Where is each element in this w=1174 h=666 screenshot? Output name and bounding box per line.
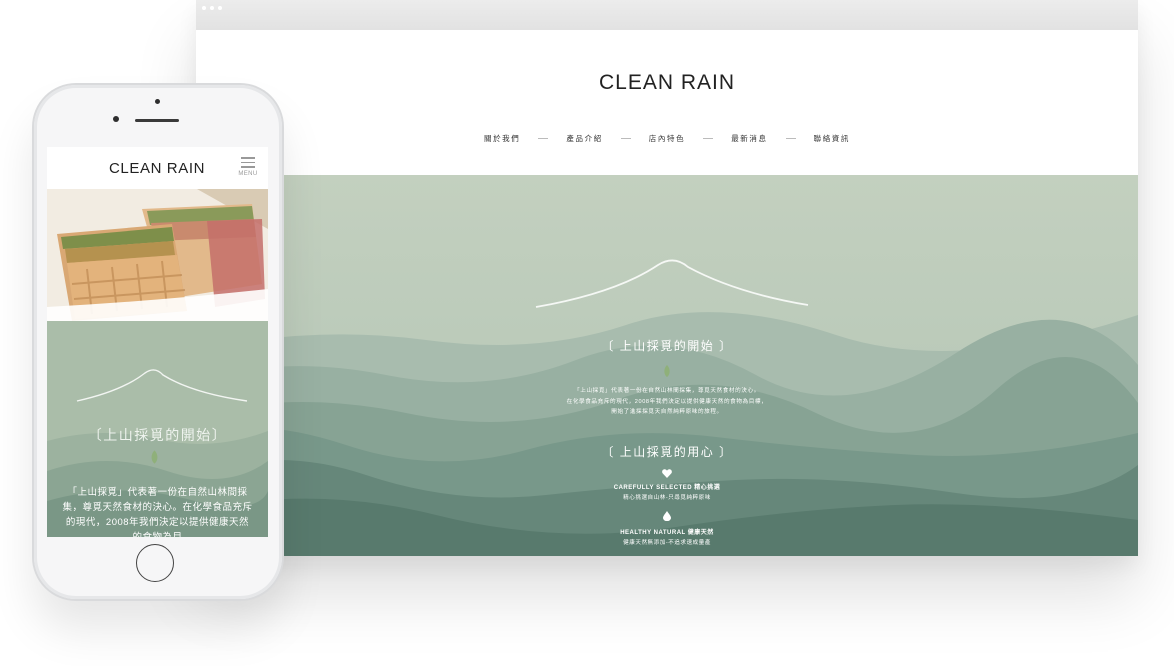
window-dot[interactable] bbox=[218, 6, 222, 10]
site-header: CLEAN RAIN 關於我們 產品介紹 店內特色 最新消息 聯絡資訊 bbox=[196, 30, 1138, 175]
menu-bar bbox=[241, 161, 255, 163]
sandwich-image bbox=[47, 189, 268, 321]
phone-sensor-icon bbox=[113, 116, 119, 122]
feature-heading: HEALTHY NATURAL 健康天然 bbox=[620, 530, 714, 536]
phone-speaker bbox=[135, 119, 179, 122]
body-line: 在化學食品充斥的現代，2008年我們決定以提供健康天然的食物為目標， bbox=[566, 398, 768, 405]
phone-camera-icon bbox=[155, 99, 160, 104]
menu-label: MENU bbox=[238, 170, 258, 177]
feature-text: 健康天然無添加-不追求速成量產 bbox=[623, 540, 711, 546]
nav-separator bbox=[620, 138, 631, 139]
nav-separator bbox=[785, 138, 796, 139]
section-title-start: 〔 上山採覓的開始 〕 bbox=[601, 339, 733, 353]
desktop-browser-mockup: CLEAN RAIN 關於我們 產品介紹 店內特色 最新消息 聯絡資訊 〔 上山… bbox=[196, 0, 1138, 556]
site-logo[interactable]: CLEAN RAIN bbox=[196, 71, 1138, 95]
feature-carefully-selected: CAREFULLY SELECTED 精心挑選 精心挑選自山林-只尋覓純粹原味 bbox=[196, 483, 1138, 503]
phone-mockup: CLEAN RAIN MENU 〔上山採覓的開始〕 「上山採覓」代表著一份在自然… bbox=[34, 85, 282, 599]
nav-item-features[interactable]: 店內特色 bbox=[649, 133, 685, 144]
hero-section: 〔 上山採覓的開始 〕 「上山採覓」代表著一份在自然山林間採集，尊覓天然食材的決… bbox=[196, 175, 1138, 556]
drop-icon bbox=[663, 511, 671, 521]
nav-item-news[interactable]: 最新消息 bbox=[731, 133, 767, 144]
nav-item-contact[interactable]: 聯絡資訊 bbox=[814, 133, 850, 144]
window-dot[interactable] bbox=[210, 6, 214, 10]
menu-bar bbox=[241, 157, 255, 159]
section-body-start: 「上山採覓」代表著一份在自然山林間採集，尊覓天然食材的決心。 在化學食品充斥的現… bbox=[196, 386, 1138, 418]
feature-healthy-natural: HEALTHY NATURAL 健康天然 健康天然無添加-不追求速成量產 bbox=[196, 528, 1138, 548]
window-dot[interactable] bbox=[202, 6, 206, 10]
menu-bar bbox=[241, 166, 255, 168]
mobile-hero-section: 〔上山採覓的開始〕 「上山採覓」代表著一份在自然山林間採集，尊覓天然食材的決心。… bbox=[47, 321, 268, 537]
feature-text: 精心挑選自山林-只尋覓純粹原味 bbox=[623, 495, 711, 501]
nav-item-about[interactable]: 關於我們 bbox=[484, 133, 520, 144]
mobile-leaf-icon bbox=[151, 450, 158, 464]
phone-screen: CLEAN RAIN MENU 〔上山採覓的開始〕 「上山採覓」代表著一份在自然… bbox=[47, 147, 268, 537]
leaf-icon bbox=[664, 365, 670, 377]
main-nav: 關於我們 產品介紹 店內特色 最新消息 聯絡資訊 bbox=[196, 133, 1138, 144]
nav-separator bbox=[538, 138, 549, 139]
mobile-header: CLEAN RAIN MENU bbox=[47, 147, 268, 189]
mobile-hero-title: 〔上山採覓的開始〕 bbox=[87, 427, 228, 443]
body-line: 開始了進採採覓天自然純粹原味的旅程。 bbox=[611, 409, 723, 415]
browser-titlebar bbox=[196, 0, 1138, 30]
body-line: 「上山採覓」代表著一份在自然山林間採集，尊覓天然食材的決心。 bbox=[574, 388, 760, 394]
feature-heading: CAREFULLY SELECTED 精心挑選 bbox=[613, 485, 721, 491]
nav-separator bbox=[703, 138, 714, 139]
sandwich-photo bbox=[47, 189, 268, 321]
hamburger-menu-button[interactable]: MENU bbox=[235, 157, 261, 177]
mobile-hero-body: 「上山採覓」代表著一份在自然山林間採集，尊覓天然食材的決心。在化學食品充斥的現代… bbox=[62, 487, 253, 537]
phone-home-button[interactable] bbox=[136, 544, 174, 582]
nav-item-products[interactable]: 產品介紹 bbox=[566, 133, 602, 144]
heart-icon bbox=[662, 469, 672, 478]
section-title-care: 〔 上山採覓的用心 〕 bbox=[601, 445, 733, 459]
mobile-site-logo[interactable]: CLEAN RAIN bbox=[109, 160, 205, 177]
